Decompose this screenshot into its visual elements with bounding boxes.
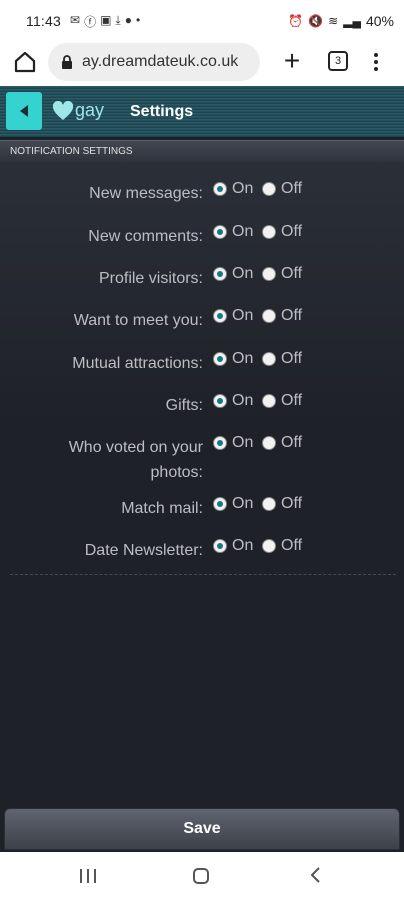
signal-icon: ▂▄ — [343, 14, 361, 28]
logo-text: gay — [75, 100, 105, 120]
radio-off[interactable]: Off — [262, 265, 302, 283]
mail-icon: ✉ — [70, 13, 81, 27]
radio-off[interactable]: Off — [262, 392, 302, 410]
heart-icon — [52, 100, 74, 120]
page-title: Settings — [130, 103, 194, 120]
site-logo[interactable]: gay — [52, 100, 104, 121]
radio-button[interactable] — [213, 352, 227, 366]
setting-row-profile-visitors: Profile visitors: On Off — [0, 260, 404, 290]
recent-apps-icon[interactable] — [80, 869, 96, 883]
status-time: 11:43 — [26, 13, 61, 29]
divider — [10, 574, 396, 575]
radio-button[interactable] — [262, 182, 276, 196]
alarm-icon: ⏰ — [288, 14, 304, 28]
setting-row-want-to-meet: Want to meet you: On Off — [0, 302, 404, 332]
radio-off[interactable]: Off — [262, 495, 302, 513]
radio-button[interactable] — [262, 539, 276, 553]
radio-button[interactable] — [213, 436, 227, 450]
radio-button[interactable] — [213, 539, 227, 553]
radio-button[interactable] — [213, 394, 227, 408]
radio-button[interactable] — [262, 436, 276, 450]
url-text: ay.dreamdateuk.co.uk — [82, 53, 239, 70]
radio-button[interactable] — [262, 394, 276, 408]
browser-toolbar: ay.dreamdateuk.co.uk + 3 — [0, 40, 404, 86]
dot-icon: • — [135, 13, 141, 27]
facebook-icon: ⓕ — [84, 15, 97, 29]
setting-label: Mutual attractions: — [72, 355, 203, 372]
system-nav-bar — [0, 852, 404, 900]
download-icon: ⤓ — [115, 13, 121, 27]
setting-label: Gifts: — [165, 397, 203, 414]
radio-button[interactable] — [213, 309, 227, 323]
status-system-icons: ⏰ 🔇 ≋ ▂▄ 40% — [288, 13, 394, 29]
section-title: NOTIFICATION SETTINGS — [10, 146, 133, 157]
lock-icon — [62, 55, 72, 69]
radio-button[interactable] — [262, 267, 276, 281]
radio-on[interactable]: On — [213, 180, 253, 198]
setting-row-match-mail: Match mail: On Off — [0, 490, 404, 520]
settings-panel — [0, 162, 404, 808]
setting-label: New comments: — [88, 228, 203, 245]
home-nav-icon[interactable] — [193, 868, 209, 884]
radio-off[interactable]: Off — [262, 434, 302, 452]
status-bar: 11:43 ✉ ⓕ ▣ ⤓ ● • ⏰ 🔇 ≋ ▂▄ 40% — [0, 0, 404, 40]
new-tab-icon[interactable]: + — [278, 47, 306, 76]
setting-row-mutual-attractions: Mutual attractions: On Off — [0, 345, 404, 375]
radio-button[interactable] — [262, 309, 276, 323]
address-bar[interactable]: ay.dreamdateuk.co.uk — [48, 43, 260, 81]
setting-label: Date Newsletter: — [84, 542, 203, 559]
tab-switcher-button[interactable]: 3 — [328, 51, 348, 71]
radio-button[interactable] — [213, 497, 227, 511]
radio-off[interactable]: Off — [262, 307, 302, 325]
radio-off[interactable]: Off — [262, 180, 302, 198]
calendar-icon: ▣ — [100, 13, 112, 27]
setting-label: New messages: — [89, 185, 203, 202]
app-header: gay Settings — [0, 86, 404, 138]
radio-button[interactable] — [213, 267, 227, 281]
setting-label: Who voted on your photos: — [68, 439, 203, 481]
radio-on[interactable]: On — [213, 223, 253, 241]
back-nav-icon[interactable] — [306, 865, 326, 885]
home-icon[interactable] — [12, 49, 38, 75]
setting-row-new-comments: New comments: On Off — [0, 218, 404, 248]
radio-on[interactable]: On — [213, 350, 253, 368]
mute-icon: 🔇 — [308, 14, 324, 28]
battery-level: 40% — [365, 13, 394, 29]
radio-off[interactable]: Off — [262, 537, 302, 555]
setting-label: Want to meet you: — [73, 312, 203, 329]
setting-row-date-newsletter: Date Newsletter: On Off — [0, 532, 404, 562]
radio-on[interactable]: On — [213, 495, 253, 513]
status-notification-icons: ✉ ⓕ ▣ ⤓ ● • — [70, 13, 140, 30]
radio-button[interactable] — [262, 497, 276, 511]
save-button[interactable]: Save — [4, 808, 400, 850]
radio-on[interactable]: On — [213, 434, 253, 452]
radio-on[interactable]: On — [213, 307, 253, 325]
radio-on[interactable]: On — [213, 537, 253, 555]
radio-off[interactable]: Off — [262, 223, 302, 241]
setting-row-new-messages: New messages: On Off — [0, 175, 404, 205]
setting-label: Profile visitors: — [98, 270, 203, 287]
setting-row-gifts: Gifts: On Off — [0, 387, 404, 417]
back-arrow-icon — [20, 105, 28, 117]
radio-button[interactable] — [213, 225, 227, 239]
section-header: NOTIFICATION SETTINGS — [0, 140, 404, 162]
radio-button[interactable] — [262, 352, 276, 366]
radio-on[interactable]: On — [213, 392, 253, 410]
radio-on[interactable]: On — [213, 265, 253, 283]
setting-row-photo-votes: Who voted on your photos: On Off — [0, 429, 404, 481]
setting-label: Match mail: — [121, 500, 203, 517]
more-menu-icon[interactable] — [368, 48, 384, 76]
wifi-icon: ≋ — [328, 14, 339, 28]
back-button[interactable] — [6, 92, 42, 130]
radio-button[interactable] — [262, 225, 276, 239]
radio-off[interactable]: Off — [262, 350, 302, 368]
radio-button[interactable] — [213, 182, 227, 196]
vpn-icon: ● — [124, 13, 132, 27]
